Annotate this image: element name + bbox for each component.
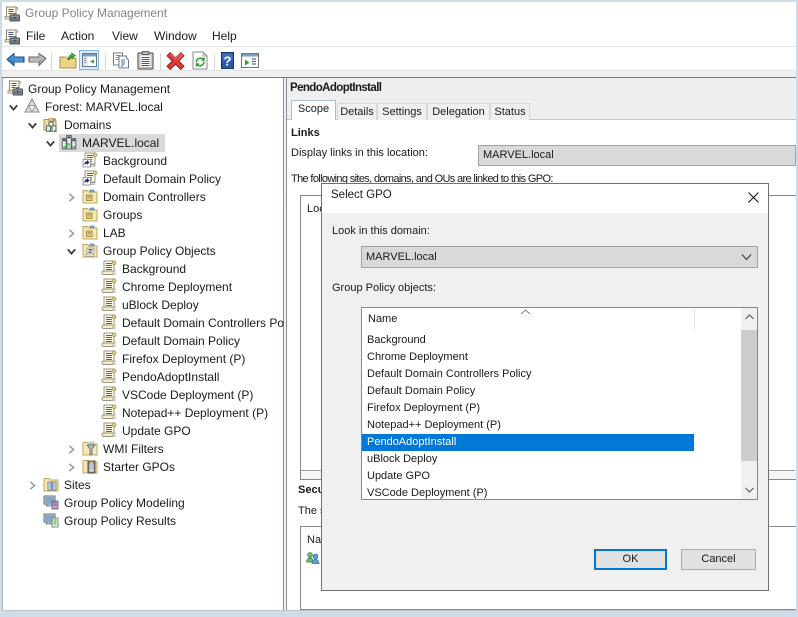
svg-text:?: ? [224,54,232,69]
